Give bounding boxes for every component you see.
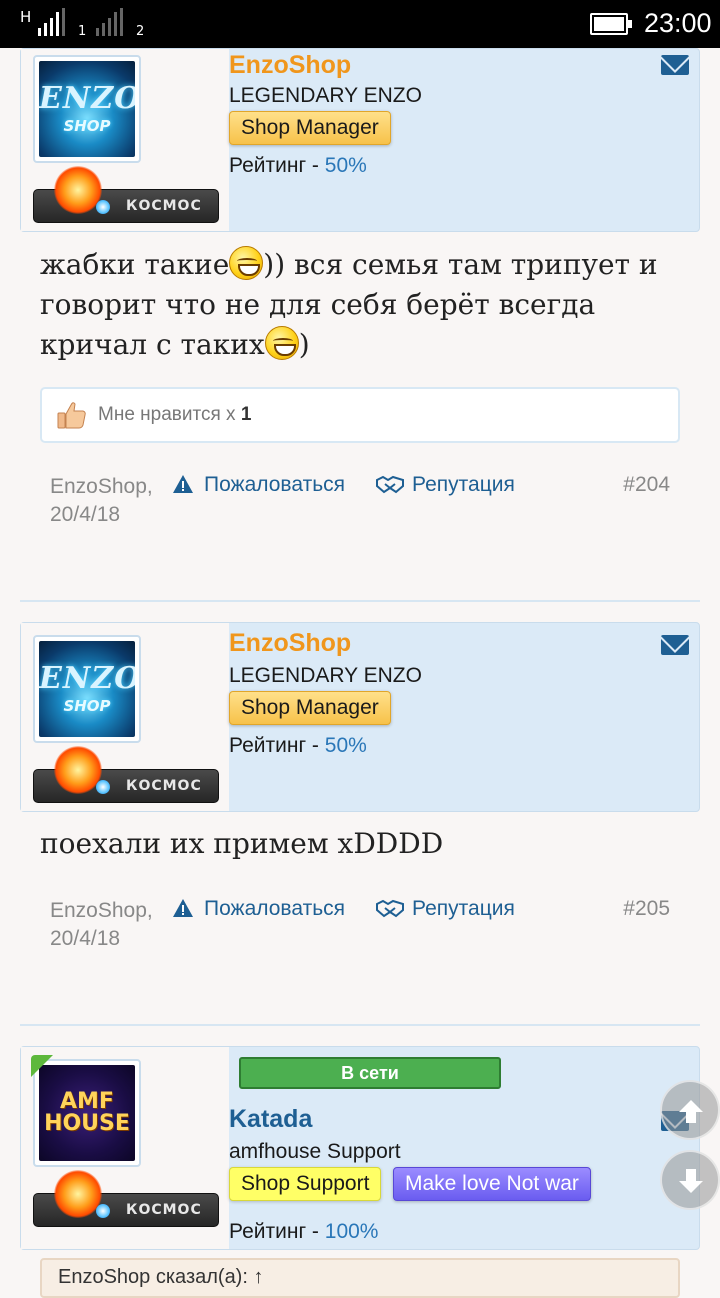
sun-icon bbox=[54, 166, 102, 214]
user-rating: Рейтинг - 100% bbox=[229, 1220, 379, 1243]
online-indicator bbox=[31, 1055, 53, 1077]
warning-icon bbox=[173, 475, 193, 493]
avatar-image: AMF HOUSE bbox=[39, 1065, 135, 1161]
smiley-icon bbox=[229, 246, 264, 280]
warning-icon bbox=[173, 899, 193, 917]
signal-icon bbox=[38, 8, 65, 36]
quote-block[interactable]: EnzoShop сказал(а): ↑ bbox=[40, 1258, 680, 1298]
user-badge: Shop Manager bbox=[229, 111, 391, 145]
sim1-index: 1 bbox=[78, 24, 87, 39]
star-icon bbox=[96, 1204, 110, 1218]
user-rating: Рейтинг - 50% bbox=[229, 154, 367, 177]
user-title: amfhouse Support bbox=[229, 1140, 401, 1163]
thumbs-up-icon bbox=[57, 402, 86, 429]
network-type: H bbox=[20, 8, 32, 26]
rank-banner: КОСМОС bbox=[33, 746, 219, 803]
post-author-date: EnzoShop, 20/4/18 bbox=[50, 899, 153, 950]
avatar-column: ENZO SHOP КОСМОС bbox=[21, 623, 229, 811]
post-number[interactable]: #205 bbox=[623, 897, 670, 921]
reputation-link[interactable]: Репутация bbox=[376, 897, 515, 921]
user-title: LEGENDARY ENZO bbox=[229, 84, 422, 107]
mail-icon[interactable] bbox=[661, 635, 689, 655]
user-info-box: AMF HOUSE КОСМОС В сети Katada amfhouse S… bbox=[20, 1046, 700, 1250]
user-badge: Make love Not war bbox=[393, 1167, 591, 1201]
likes-text: Мне нравится х 1 bbox=[98, 404, 252, 425]
handshake-icon bbox=[376, 475, 404, 494]
avatar[interactable]: ENZO SHOP bbox=[33, 635, 141, 743]
avatar-column: ENZO SHOP КОСМОС bbox=[21, 49, 229, 231]
star-icon bbox=[96, 780, 110, 794]
signal-icon bbox=[96, 8, 123, 36]
user-title: LEGENDARY ENZO bbox=[229, 664, 422, 687]
user-info-box: ENZO SHOP КОСМОС EnzoShop LEGENDARY ENZO… bbox=[20, 48, 700, 232]
user-rating: Рейтинг - 50% bbox=[229, 734, 367, 757]
report-link[interactable]: Пожаловаться bbox=[172, 473, 345, 497]
smiley-icon bbox=[264, 326, 299, 360]
user-info-box: ENZO SHOP КОСМОС EnzoShop LEGENDARY ENZO… bbox=[20, 622, 700, 812]
sun-icon bbox=[54, 1170, 102, 1218]
user-badge: Shop Support bbox=[229, 1167, 382, 1201]
report-link[interactable]: Пожаловаться bbox=[172, 897, 345, 921]
handshake-icon bbox=[376, 899, 404, 918]
user-badge: Shop Manager bbox=[229, 691, 391, 725]
star-icon bbox=[96, 200, 110, 214]
avatar-image: ENZO SHOP bbox=[39, 641, 135, 737]
rank-banner: КОСМОС bbox=[33, 166, 219, 223]
scroll-up-button[interactable] bbox=[660, 1080, 720, 1140]
message-body: жабки такие)) вся семья там трипует и го… bbox=[40, 246, 658, 361]
sun-icon bbox=[54, 746, 102, 794]
username[interactable]: EnzoShop bbox=[229, 629, 351, 658]
avatar-image: ENZO SHOP bbox=[39, 61, 135, 157]
username[interactable]: EnzoShop bbox=[229, 51, 351, 80]
avatar[interactable]: ENZO SHOP bbox=[33, 55, 141, 163]
status-bar: H 1 2 23:00 bbox=[0, 0, 720, 48]
scroll-up-icon bbox=[679, 1100, 703, 1123]
reputation-link[interactable]: Репутация bbox=[376, 473, 515, 497]
mail-icon[interactable] bbox=[661, 55, 689, 75]
scroll-down-icon bbox=[679, 1169, 703, 1193]
post-separator bbox=[20, 1024, 700, 1026]
online-status: В сети bbox=[239, 1057, 501, 1089]
sim2-index: 2 bbox=[136, 24, 145, 39]
quote-header: EnzoShop сказал(а): ↑ bbox=[58, 1266, 264, 1288]
battery-icon bbox=[590, 13, 632, 35]
clock: 23:00 bbox=[644, 8, 712, 38]
rank-banner: КОСМОС bbox=[33, 1170, 219, 1227]
post-number[interactable]: #204 bbox=[623, 473, 670, 497]
username[interactable]: Katada bbox=[229, 1105, 312, 1134]
avatar-column: AMF HOUSE КОСМОС bbox=[21, 1047, 229, 1249]
scroll-down-button[interactable] bbox=[660, 1150, 720, 1210]
post-author-date: EnzoShop, 20/4/18 bbox=[50, 475, 153, 526]
likes-bar[interactable]: Мне нравится х 1 bbox=[40, 387, 680, 443]
message-body: поехали их примем xDDDD bbox=[40, 827, 444, 860]
post-separator bbox=[20, 600, 700, 602]
